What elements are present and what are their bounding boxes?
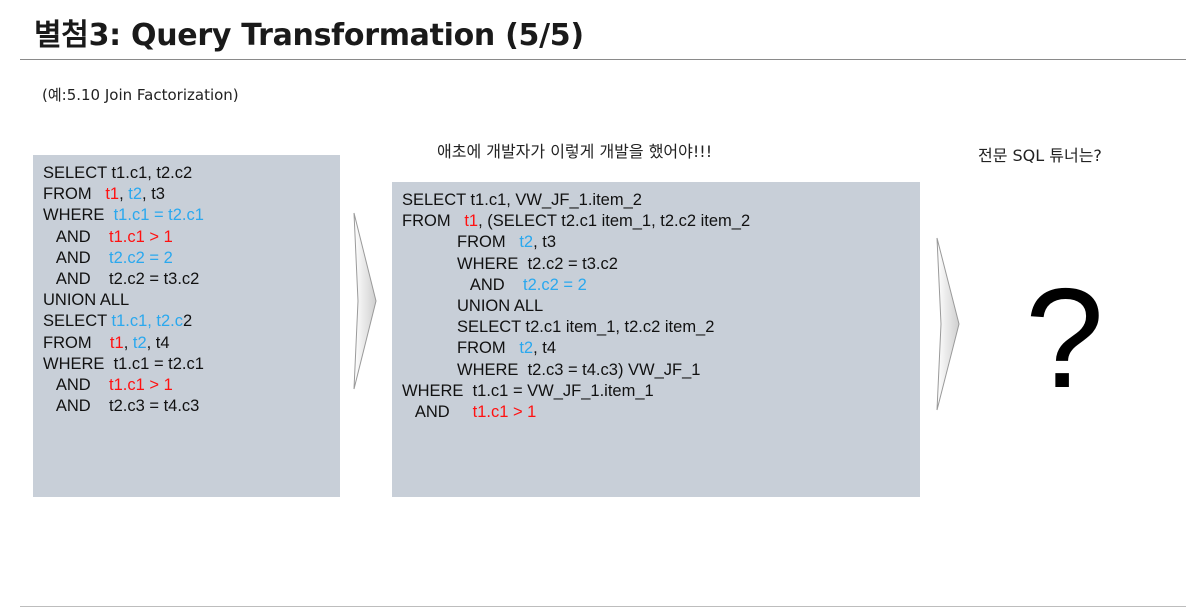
sql-line: FROM t1, (SELECT t2.c1 item_1, t2.c2 ite… bbox=[402, 211, 920, 232]
sql-line: WHERE t2.c2 = t3.c2 bbox=[402, 254, 920, 275]
question-mark: ? bbox=[1025, 259, 1104, 418]
sql-token: t1.c1, t2.c bbox=[111, 312, 184, 331]
sql-token: t2 bbox=[519, 233, 534, 252]
sql-token: WHERE t1.c1 = VW_JF_1.item_1 bbox=[402, 381, 654, 400]
sql-token: , t3 bbox=[533, 233, 557, 252]
sql-token: AND t2.c2 = t3.c2 bbox=[43, 270, 200, 289]
sql-line: WHERE t1.c1 = VW_JF_1.item_1 bbox=[402, 381, 920, 402]
footer-divider bbox=[20, 606, 1186, 607]
sql-line: AND t1.c1 > 1 bbox=[43, 227, 340, 248]
sql-token: SELECT t1.c1, VW_JF_1.item_2 bbox=[402, 191, 642, 209]
factorized-sql-panel: SELECT t1.c1, VW_JF_1.item_2 FROM t1, (SE… bbox=[392, 182, 920, 497]
sql-line: SELECT t1.c1, t2.c2 bbox=[43, 311, 340, 332]
sql-token: , bbox=[123, 333, 133, 352]
sql-token: , (SELECT t2.c1 item_1, t2.c2 item_2 bbox=[478, 212, 751, 231]
sql-token: WHERE bbox=[43, 206, 114, 225]
sql-token: AND bbox=[43, 376, 110, 395]
sql-token: t2.c2 = 2 bbox=[109, 248, 173, 267]
sql-line: FROM t1, t2, t4 bbox=[43, 333, 340, 354]
sql-token: t1.c1 > 1 bbox=[109, 376, 173, 395]
sql-line: UNION ALL bbox=[402, 296, 920, 317]
sql-token: FROM bbox=[402, 212, 465, 231]
sql-line: AND t2.c3 = t4.c3 bbox=[43, 396, 340, 417]
sql-token: t2 bbox=[519, 339, 534, 358]
sql-token: t1.c1 = t2.c1 bbox=[113, 206, 204, 225]
sql-token: AND bbox=[43, 227, 110, 246]
sql-token: t1 bbox=[464, 212, 479, 231]
sql-token: t1.c1 > 1 bbox=[109, 227, 173, 246]
sql-token: t1 bbox=[105, 185, 120, 204]
original-sql-panel: SELECT t1.c1, t2.c2 FROM t1, t2, t3 WHERE … bbox=[33, 155, 340, 497]
sql-token: WHERE t2.c2 = t3.c2 bbox=[402, 254, 618, 273]
chevron-right-icon bbox=[935, 237, 961, 416]
sql-token: AND bbox=[402, 403, 473, 422]
sql-token: t2.c2 = 2 bbox=[523, 275, 587, 294]
sql-token: SELECT t1.c1, t2.c2 bbox=[43, 164, 193, 182]
sql-token: SELECT t2.c1 item_1, t2.c2 item_2 bbox=[402, 318, 715, 337]
sql-line: AND t2.c2 = t3.c2 bbox=[43, 269, 340, 290]
sql-token: t1.c1 > 1 bbox=[472, 403, 537, 422]
sql-line: WHERE t2.c3 = t4.c3) VW_JF_1 bbox=[402, 360, 920, 381]
sql-line: AND t2.c2 = 2 bbox=[43, 248, 340, 269]
caption-tuner: 전문 SQL 튜너는? bbox=[978, 146, 1102, 165]
sql-line: SELECT t1.c1, t2.c2 bbox=[43, 163, 340, 184]
sql-token: t1 bbox=[109, 333, 124, 352]
sql-token: FROM bbox=[43, 185, 106, 204]
sql-token: , t4 bbox=[533, 339, 557, 358]
sql-token: t2 bbox=[128, 185, 143, 204]
example-note: (예:5.10 Join Factorization) bbox=[42, 86, 239, 104]
caption-developer: 애초에 개발자가 이렇게 개발을 했어야!!! bbox=[437, 142, 713, 161]
sql-token: WHERE t1.c1 = t2.c1 bbox=[43, 354, 204, 373]
sql-line: AND t2.c2 = 2 bbox=[402, 275, 920, 296]
sql-line: UNION ALL bbox=[43, 290, 340, 311]
sql-token: , bbox=[119, 185, 129, 204]
sql-token: t2 bbox=[132, 333, 147, 352]
sql-token: FROM bbox=[402, 339, 520, 358]
sql-line: AND t1.c1 > 1 bbox=[402, 402, 920, 423]
sql-line: AND t1.c1 > 1 bbox=[43, 375, 340, 396]
sql-line: WHERE t1.c1 = t2.c1 bbox=[43, 354, 340, 375]
sql-line: SELECT t1.c1, VW_JF_1.item_2 bbox=[402, 190, 920, 211]
sql-token: , t3 bbox=[142, 185, 165, 204]
sql-token: FROM bbox=[402, 233, 520, 252]
sql-token: AND bbox=[402, 275, 524, 294]
page-title: 별첨3: Query Transformation (5/5) bbox=[34, 18, 584, 53]
sql-token: FROM bbox=[43, 333, 110, 352]
sql-token: UNION ALL bbox=[402, 297, 544, 316]
sql-token: 2 bbox=[183, 312, 193, 331]
sql-token: SELECT bbox=[43, 312, 112, 331]
sql-token: UNION ALL bbox=[43, 291, 130, 310]
sql-line: FROM t2, t4 bbox=[402, 338, 920, 359]
sql-line: FROM t2, t3 bbox=[402, 232, 920, 253]
sql-token: , t4 bbox=[146, 333, 170, 352]
sql-line: FROM t1, t2, t3 bbox=[43, 184, 340, 205]
sql-token: AND t2.c3 = t4.c3 bbox=[43, 397, 200, 416]
sql-token: WHERE t2.c3 = t4.c3) VW_JF_1 bbox=[402, 360, 701, 379]
title-divider bbox=[20, 59, 1186, 60]
sql-line: WHERE t1.c1 = t2.c1 bbox=[43, 205, 340, 226]
chevron-right-icon bbox=[352, 212, 378, 395]
sql-line: SELECT t2.c1 item_1, t2.c2 item_2 bbox=[402, 317, 920, 338]
sql-token: AND bbox=[43, 248, 110, 267]
